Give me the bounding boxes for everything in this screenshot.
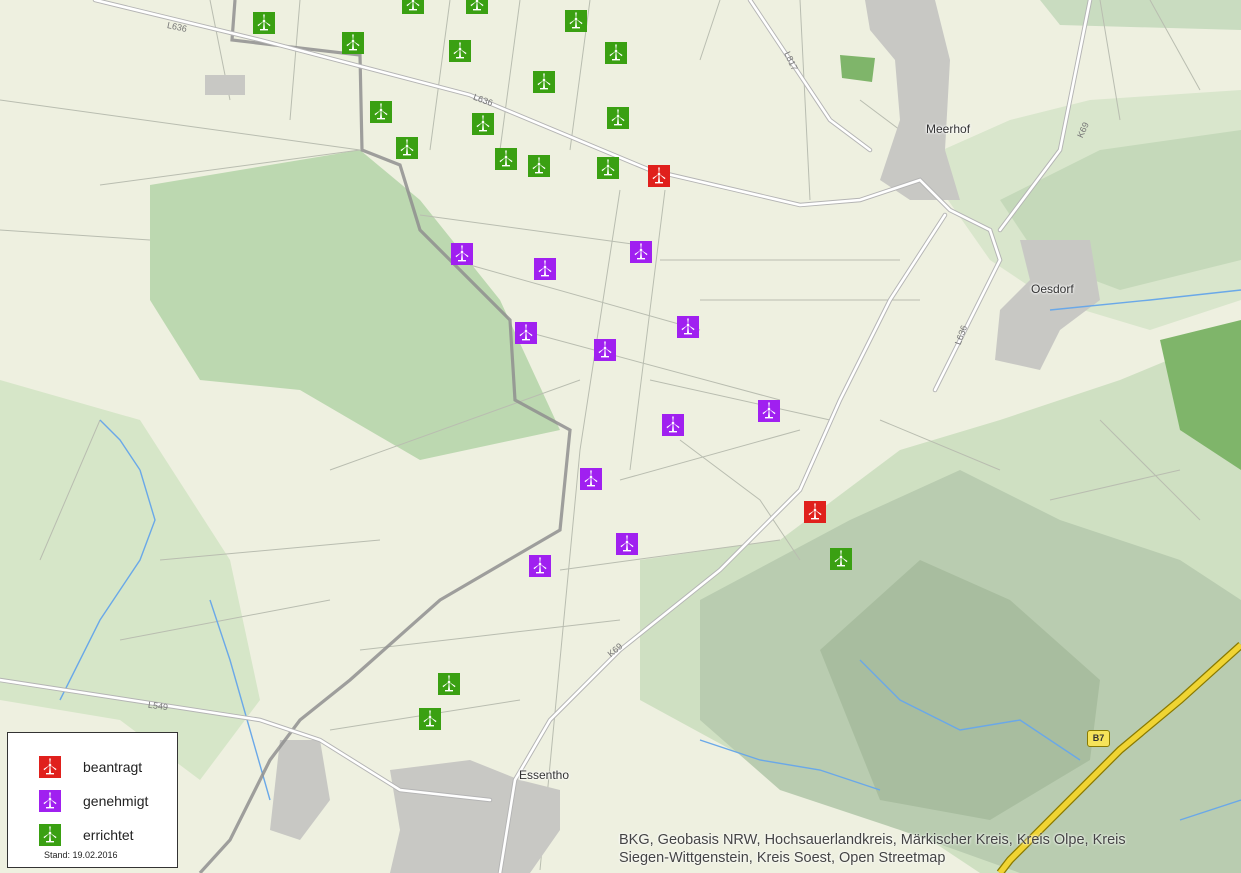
wind-turbine-icon — [594, 339, 616, 361]
wind-turbine-icon — [597, 157, 619, 179]
wind-turbine-marker-beantragt[interactable] — [804, 501, 826, 523]
wind-turbine-marker-errichtet[interactable] — [528, 155, 550, 177]
wind-turbine-icon — [758, 400, 780, 422]
wind-turbine-icon — [804, 501, 826, 523]
wind-turbine-marker-errichtet[interactable] — [597, 157, 619, 179]
wind-turbine-marker-errichtet[interactable] — [253, 12, 275, 34]
wind-turbine-marker-errichtet[interactable] — [605, 42, 627, 64]
wind-turbine-icon — [534, 258, 556, 280]
wind-turbine-icon — [580, 468, 602, 490]
wind-turbine-icon — [677, 316, 699, 338]
wind-turbine-icon — [466, 0, 488, 14]
wind-turbine-marker-errichtet[interactable] — [370, 101, 392, 123]
wind-turbine-icon — [515, 322, 537, 344]
wind-turbine-marker-errichtet[interactable] — [565, 10, 587, 32]
wind-turbine-icon — [662, 414, 684, 436]
wind-turbine-icon — [616, 533, 638, 555]
wind-turbine-icon — [402, 0, 424, 14]
wind-turbine-marker-beantragt[interactable] — [648, 165, 670, 187]
wind-turbine-icon — [419, 708, 441, 730]
legend-item-beantragt: beantragt — [39, 755, 142, 779]
place-label-oesdorf: Oesdorf — [1031, 282, 1074, 296]
map-legend: beantragt genehmigt errichtet Stand: 19.… — [7, 732, 178, 868]
wind-turbine-marker-errichtet[interactable] — [607, 107, 629, 129]
wind-turbine-icon — [528, 155, 550, 177]
wind-turbine-marker-genehmigt[interactable] — [529, 555, 551, 577]
place-label-meerhof: Meerhof — [926, 122, 971, 136]
wind-turbine-marker-genehmigt[interactable] — [616, 533, 638, 555]
base-map[interactable] — [0, 0, 1241, 873]
wind-turbine-icon — [370, 101, 392, 123]
wind-turbine-icon — [39, 756, 61, 778]
wind-turbine-marker-genehmigt[interactable] — [677, 316, 699, 338]
wind-turbine-icon — [495, 148, 517, 170]
wind-turbine-icon — [253, 12, 275, 34]
wind-turbine-marker-genehmigt[interactable] — [534, 258, 556, 280]
wind-turbine-icon — [342, 32, 364, 54]
place-label-essentho: Essentho — [519, 768, 570, 782]
legend-item-errichtet: errichtet — [39, 823, 134, 847]
legend-item-genehmigt: genehmigt — [39, 789, 148, 813]
wind-turbine-icon — [529, 555, 551, 577]
wind-turbine-icon — [438, 673, 460, 695]
wind-turbine-icon — [648, 165, 670, 187]
wind-turbine-icon — [396, 137, 418, 159]
attribution-line: Siegen-Wittgenstein, Kreis Soest, Open S… — [619, 850, 946, 866]
wind-turbine-marker-errichtet[interactable] — [396, 137, 418, 159]
wind-turbine-marker-genehmigt[interactable] — [758, 400, 780, 422]
legend-label: errichtet — [83, 827, 134, 843]
wind-turbine-icon — [39, 790, 61, 812]
legend-label: genehmigt — [83, 793, 149, 809]
wind-turbine-icon — [630, 241, 652, 263]
wind-turbine-marker-errichtet[interactable] — [472, 113, 494, 135]
wind-turbine-icon — [39, 824, 61, 846]
wind-turbine-marker-genehmigt[interactable] — [580, 468, 602, 490]
wind-turbine-icon — [830, 548, 852, 570]
wind-turbine-marker-errichtet[interactable] — [466, 0, 488, 14]
road-label-b7: B7 — [1087, 730, 1110, 747]
legend-date: Stand: 19.02.2016 — [44, 850, 118, 860]
wind-turbine-marker-errichtet[interactable] — [438, 673, 460, 695]
wind-turbine-icon — [472, 113, 494, 135]
wind-turbine-marker-genehmigt[interactable] — [662, 414, 684, 436]
wind-turbine-icon — [605, 42, 627, 64]
wind-turbine-marker-genehmigt[interactable] — [630, 241, 652, 263]
wind-turbine-icon — [565, 10, 587, 32]
wind-turbine-marker-errichtet[interactable] — [830, 548, 852, 570]
wind-turbine-marker-genehmigt[interactable] — [515, 322, 537, 344]
wind-turbine-marker-errichtet[interactable] — [495, 148, 517, 170]
wind-turbine-icon — [533, 71, 555, 93]
wind-turbine-marker-genehmigt[interactable] — [594, 339, 616, 361]
legend-label: beantragt — [83, 759, 143, 775]
attribution-line: BKG, Geobasis NRW, Hochsauerlandkreis, M… — [619, 832, 1126, 848]
wind-turbine-icon — [451, 243, 473, 265]
wind-turbine-marker-errichtet[interactable] — [419, 708, 441, 730]
wind-turbine-marker-errichtet[interactable] — [449, 40, 471, 62]
wind-turbine-icon — [449, 40, 471, 62]
wind-turbine-marker-errichtet[interactable] — [342, 32, 364, 54]
wind-turbine-icon — [607, 107, 629, 129]
wind-turbine-marker-genehmigt[interactable] — [451, 243, 473, 265]
wind-turbine-marker-errichtet[interactable] — [533, 71, 555, 93]
map-attribution: BKG, Geobasis NRW, Hochsauerlandkreis, M… — [619, 831, 1126, 867]
wind-turbine-marker-errichtet[interactable] — [402, 0, 424, 14]
